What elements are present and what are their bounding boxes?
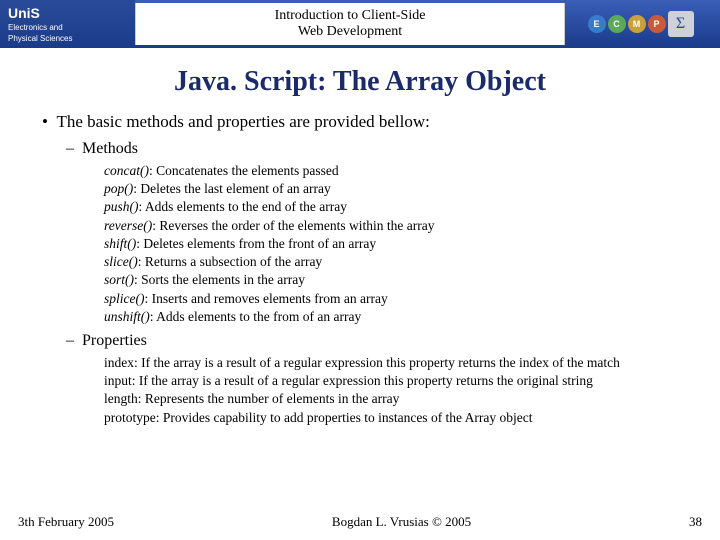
intro-text: The basic methods and properties are pro… — [56, 112, 429, 131]
property-item: prototype: Provides capability to add pr… — [104, 409, 690, 427]
property-desc: : Represents the number of elements in t… — [138, 391, 400, 406]
intro-bullet: • The basic methods and properties are p… — [42, 112, 690, 132]
method-item: push(): Adds elements to the end of the … — [104, 198, 690, 216]
method-desc: : Adds elements to the from of an array — [150, 309, 361, 324]
method-item: sort(): Sorts the elements in the array — [104, 271, 690, 289]
slide-content: • The basic methods and properties are p… — [0, 112, 720, 427]
method-name: concat() — [104, 163, 149, 178]
course-title: Introduction to Client-Side Web Developm… — [135, 3, 565, 45]
property-item: length: Represents the number of element… — [104, 390, 690, 408]
footer-author: Bogdan L. Vrusias © 2005 — [332, 514, 471, 530]
method-desc: : Inserts and removes elements from an a… — [144, 291, 387, 306]
method-name: splice() — [104, 291, 144, 306]
method-desc: : Returns a subsection of the array — [138, 254, 322, 269]
properties-list: index: If the array is a result of a reg… — [104, 354, 690, 427]
method-name: sort() — [104, 272, 134, 287]
slide-title: Java. Script: The Array Object — [0, 66, 720, 98]
method-name: shift() — [104, 236, 136, 251]
method-name: push() — [104, 199, 139, 214]
property-name: prototype — [104, 410, 156, 425]
properties-heading: – Properties — [66, 332, 690, 350]
m-icon: M — [628, 15, 646, 33]
property-desc: : If the array is a result of a regular … — [132, 373, 593, 388]
method-item: pop(): Deletes the last element of an ar… — [104, 180, 690, 198]
sigma-icon: Σ — [668, 11, 694, 37]
property-name: length — [104, 391, 138, 406]
footer-date: 3th February 2005 — [18, 514, 114, 530]
footer: 3th February 2005 Bogdan L. Vrusias © 20… — [0, 514, 720, 530]
method-name: reverse() — [104, 218, 152, 233]
logo-subtitle-2: Physical Sciences — [8, 34, 135, 43]
method-desc: : Reverses the order of the elements wit… — [152, 218, 434, 233]
footer-page: 38 — [689, 514, 702, 530]
method-item: slice(): Returns a subsection of the arr… — [104, 253, 690, 271]
method-item: shift(): Deletes elements from the front… — [104, 235, 690, 253]
course-title-line1: Introduction to Client-Side — [275, 8, 426, 24]
methods-label: Methods — [82, 140, 138, 157]
method-name: slice() — [104, 254, 138, 269]
p-icon: P — [648, 15, 666, 33]
header-icons: E C M P Σ — [565, 0, 720, 48]
university-logo: UniS Electronics and Physical Sciences — [0, 0, 135, 48]
header-bar: UniS Electronics and Physical Sciences I… — [0, 0, 720, 48]
method-name: unshift() — [104, 309, 150, 324]
property-desc: : If the array is a result of a regular … — [134, 355, 620, 370]
method-desc: : Concatenates the elements passed — [149, 163, 339, 178]
method-item: reverse(): Reverses the order of the ele… — [104, 217, 690, 235]
method-item: splice(): Inserts and removes elements f… — [104, 290, 690, 308]
method-item: unshift(): Adds elements to the from of … — [104, 308, 690, 326]
method-name: pop() — [104, 181, 133, 196]
property-item: index: If the array is a result of a reg… — [104, 354, 690, 372]
method-desc: : Adds elements to the end of the array — [139, 199, 347, 214]
property-name: input — [104, 373, 132, 388]
property-desc: : Provides capability to add properties … — [156, 410, 533, 425]
logo-subtitle-1: Electronics and — [8, 23, 135, 32]
methods-heading: – Methods — [66, 140, 690, 158]
property-name: index — [104, 355, 134, 370]
property-item: input: If the array is a result of a reg… — [104, 372, 690, 390]
method-desc: : Sorts the elements in the array — [134, 272, 305, 287]
method-desc: : Deletes elements from the front of an … — [136, 236, 376, 251]
logo-text: UniS — [8, 5, 135, 21]
methods-list: concat(): Concatenates the elements pass… — [104, 162, 690, 326]
properties-label: Properties — [82, 332, 147, 349]
c-icon: C — [608, 15, 626, 33]
e-icon: E — [588, 15, 606, 33]
method-item: concat(): Concatenates the elements pass… — [104, 162, 690, 180]
course-title-line2: Web Development — [298, 24, 402, 40]
method-desc: : Deletes the last element of an array — [133, 181, 331, 196]
